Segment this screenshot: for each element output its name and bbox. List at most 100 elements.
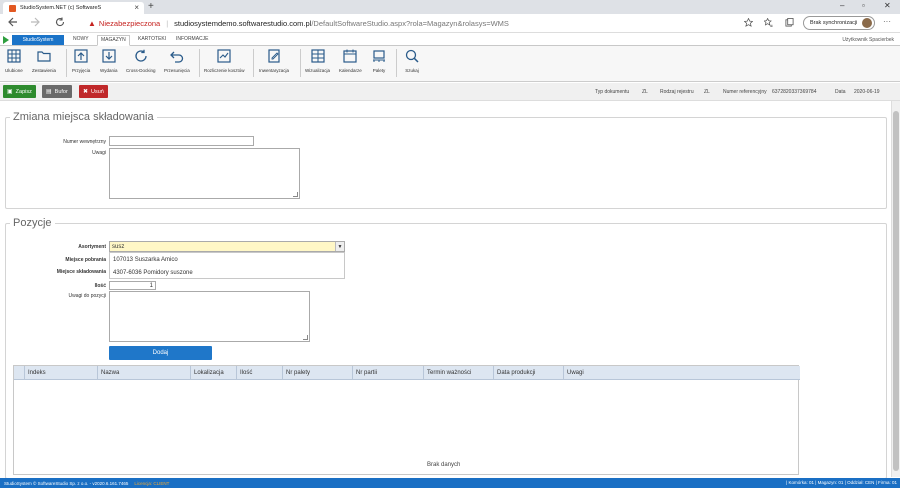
reference-number-label: Numer referencyjny <box>723 89 767 95</box>
calendar-icon <box>343 49 357 63</box>
cross-docking-button[interactable]: Cross-Docking <box>126 49 156 73</box>
tab-informacje[interactable]: INFORMACJE <box>176 36 209 42</box>
inwentaryzacja-button[interactable]: Inwentaryzacja <box>259 49 289 73</box>
favorite-star-icon[interactable] <box>744 18 753 27</box>
column-header[interactable]: Termin ważności <box>423 366 493 380</box>
url-field[interactable]: ▲ Niezabezpieczona | studiosystemdemo.so… <box>88 16 798 31</box>
palety-label: Palety <box>372 68 386 73</box>
szukaj-button[interactable]: Szukaj <box>405 49 419 73</box>
refresh-icon[interactable] <box>55 17 65 27</box>
column-header[interactable]: Lokalizacja <box>190 366 236 380</box>
wydania-button[interactable]: Wydania <box>100 49 117 73</box>
pallet-icon <box>373 50 385 62</box>
column-header[interactable]: Data produkcji <box>493 366 563 380</box>
more-icon[interactable]: ··· <box>883 17 891 26</box>
ribbon-divider <box>253 49 254 77</box>
palety-button[interactable]: Palety <box>372 49 386 73</box>
warning-icon: ▲ <box>88 19 96 28</box>
tab-kartoteki[interactable]: KARTOTEKI <box>138 36 166 42</box>
column-header[interactable]: Ilość <box>236 366 282 380</box>
przyjecia-label: Przyjęcia <box>72 68 91 73</box>
security-label: Niezabezpieczona <box>98 19 161 28</box>
tab-title: StudioSystem.NET (c) SoftwareS <box>20 5 102 11</box>
quantity-field[interactable]: 1 <box>109 281 156 290</box>
column-header[interactable]: Uwagi <box>563 366 799 380</box>
inwentaryzacja-label: Inwentaryzacja <box>259 68 290 73</box>
sync-label: Brak synchronizacji <box>810 20 858 26</box>
column-header[interactable]: Nazwa <box>97 366 190 380</box>
tab-nowy[interactable]: NOWY <box>73 36 89 42</box>
column-header[interactable]: Nr palety <box>282 366 352 380</box>
column-header[interactable]: Indeks <box>24 366 97 380</box>
table-header: Indeks Nazwa Lokalizacja Ilość Nr palety… <box>14 366 800 380</box>
przyjecia-button[interactable]: Przyjęcia <box>72 49 90 73</box>
maximize-icon[interactable]: ▫ <box>862 1 865 10</box>
ulubione-button[interactable]: Ulubione <box>5 49 23 73</box>
register-type-value: ZL <box>704 89 710 95</box>
wydania-label: Wydania <box>100 68 118 73</box>
assortment-dropdown: 107013 Suszarka Amico 4307-6036 Pomidory… <box>109 252 345 279</box>
page-scrollbar[interactable] <box>891 101 900 477</box>
status-license: Licencja: CLIENT <box>134 480 170 486</box>
tab-close-icon[interactable]: × <box>134 3 139 12</box>
address-bar: ▲ Niezabezpieczona | studiosystemdemo.so… <box>0 14 900 33</box>
status-bar: StudioSystem © SoftwareStudio Sp. z o.o.… <box>0 478 900 488</box>
grid-icon <box>7 49 21 63</box>
delete-button[interactable]: ✖ Usuń <box>79 85 108 98</box>
zestawienia-button[interactable]: Zestawienia <box>32 49 56 73</box>
return-icon <box>169 51 184 63</box>
wizualizacja-label: Wizualizacja <box>305 68 331 73</box>
collections-icon[interactable] <box>785 18 794 27</box>
save-button[interactable]: ▣ Zapisz <box>3 85 36 98</box>
action-bar: ▣ Zapisz ▤ Bufor ✖ Usuń Typ dokumentu ZL… <box>0 83 900 101</box>
scrollbar-thumb[interactable] <box>893 111 899 471</box>
kalendarze-button[interactable]: Kalendarze <box>339 49 362 73</box>
favorites-icon[interactable] <box>764 18 773 27</box>
assortment-combobox[interactable]: susz ▼ <box>109 241 345 252</box>
avatar <box>862 18 872 28</box>
ulubione-label: Ulubione <box>5 68 23 73</box>
zestawienia-label: Zestawienia <box>32 68 57 73</box>
dropdown-option[interactable]: 4307-6036 Pomidory suszone <box>110 267 344 279</box>
search-icon <box>405 49 419 63</box>
date-value: 2020-06-19 <box>854 89 880 95</box>
assortment-value: susz <box>112 243 125 250</box>
back-icon[interactable] <box>8 17 18 27</box>
column-header[interactable]: Nr partii <box>352 366 423 380</box>
quantity-label: Ilość <box>94 283 106 289</box>
sync-button[interactable]: Brak synchronizacji <box>803 16 875 30</box>
wizualizacja-button[interactable]: Wizualizacja <box>305 49 330 73</box>
browser-tab-bar: StudioSystem.NET (c) SoftwareS × + – ▫ ✕ <box>0 0 900 14</box>
tab-magazyn[interactable]: MAGAZYN <box>97 35 130 46</box>
empty-table-message: Brak danych <box>427 462 461 468</box>
window-close-icon[interactable]: ✕ <box>884 1 891 10</box>
notes-textarea[interactable] <box>109 148 300 199</box>
position-notes-textarea[interactable] <box>109 291 310 342</box>
cycle-icon <box>135 49 147 62</box>
dropdown-option[interactable]: 107013 Suszarka Amico <box>110 254 344 266</box>
storage-location-label: Miejsce składowania <box>56 269 106 275</box>
ribbon: Ulubione Zestawienia Przyjęcia Wydania C… <box>0 46 900 82</box>
edit-icon <box>268 49 280 63</box>
play-icon[interactable] <box>3 36 9 44</box>
internal-number-field[interactable] <box>109 136 254 146</box>
delete-label: Usuń <box>91 88 104 95</box>
section-title: Zmiana miejsca składowania <box>13 111 154 123</box>
new-tab-icon[interactable]: + <box>148 1 154 12</box>
folder-icon <box>37 51 51 62</box>
save-icon: ▣ <box>7 89 13 95</box>
rozliczenie-kosztow-button[interactable]: Rozliczenie kosztów <box>204 49 245 73</box>
ribbon-divider <box>66 49 67 77</box>
add-button[interactable]: Dodaj <box>109 346 212 360</box>
url-host: studiosystemdemo.softwarestudio.com.pl <box>174 19 312 28</box>
forward-icon[interactable] <box>30 17 40 27</box>
chevron-down-icon[interactable]: ▼ <box>335 242 344 251</box>
positions-table: Indeks Nazwa Lokalizacja Ilość Nr palety… <box>13 365 800 475</box>
ribbon-divider <box>396 49 397 77</box>
ribbon-divider <box>199 49 200 77</box>
minimize-icon[interactable]: – <box>840 1 844 10</box>
tab-studiosystem[interactable]: StudioSystem <box>12 35 64 45</box>
przesuniecia-button[interactable]: Przesunięcia <box>164 49 190 73</box>
buffer-button[interactable]: ▤ Bufor <box>42 85 72 98</box>
browser-tab[interactable]: StudioSystem.NET (c) SoftwareS × <box>3 2 144 14</box>
